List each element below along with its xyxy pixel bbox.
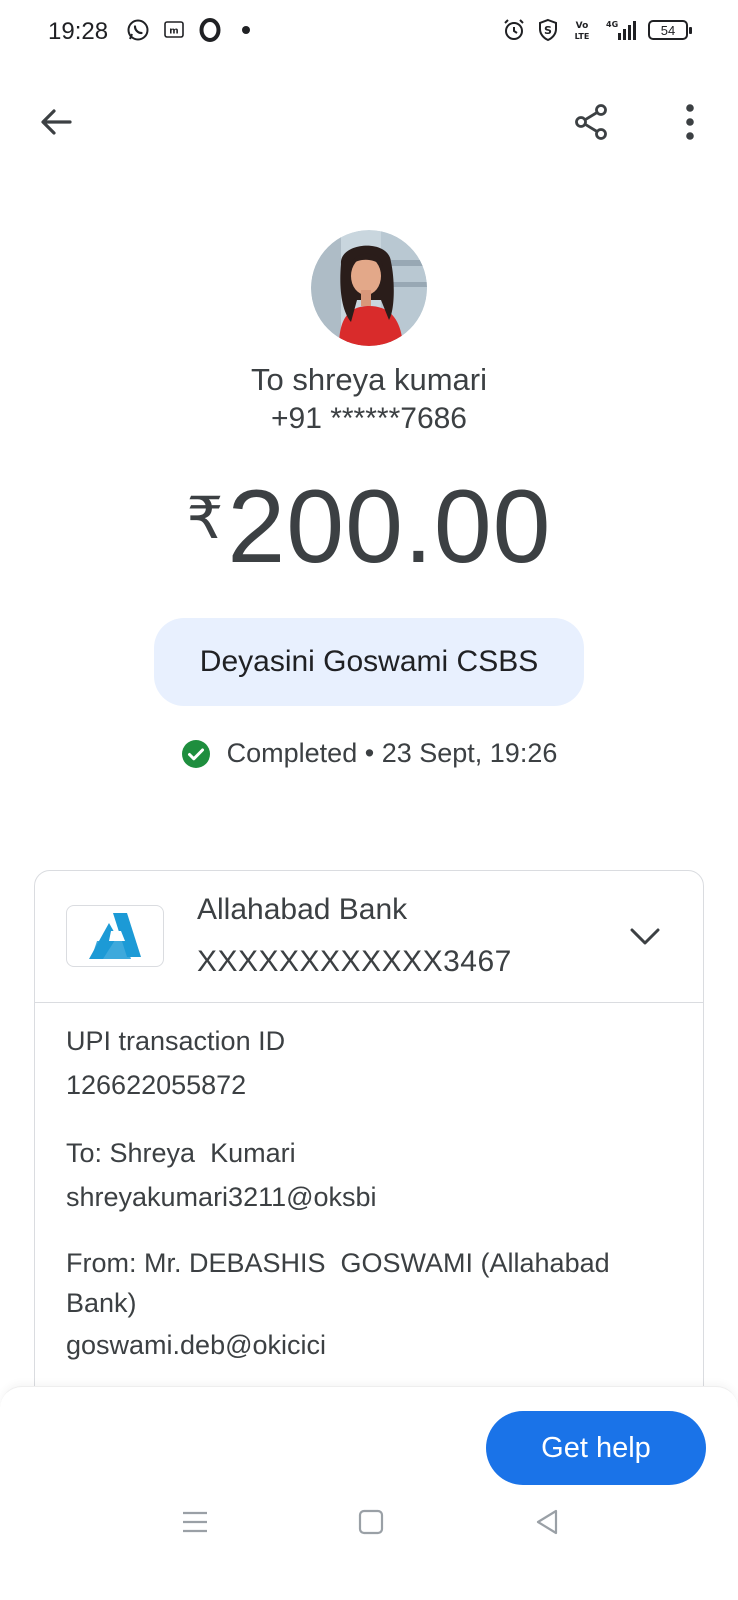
payment-status: Completed • 23 Sept, 19:26 <box>0 738 738 769</box>
get-help-button[interactable]: Get help <box>486 1411 706 1485</box>
menu-icon[interactable] <box>180 1507 210 1537</box>
to-label: To: Shreya Kumari <box>66 1138 296 1168</box>
bottom-action-bar: Get help <box>0 1386 738 1600</box>
more-vertical-icon[interactable] <box>670 100 710 144</box>
share-icon[interactable] <box>570 100 614 144</box>
to-upi-id: shreyakumari3211@oksbi <box>66 1182 377 1212</box>
bank-logo <box>66 905 164 967</box>
recipient-title: To shreya kumari <box>250 362 488 397</box>
svg-text:Vo: Vo <box>576 21 589 31</box>
payment-note-chip: Deyasini Goswami CSBS <box>154 618 584 706</box>
alarm-icon <box>502 18 526 42</box>
home-square-icon[interactable] <box>356 1507 386 1537</box>
status-right-icons: S Vo LTE 4G 54 <box>502 18 692 42</box>
status-time: 19:28 <box>48 18 109 45</box>
whatsapp-icon <box>126 18 150 42</box>
chevron-down-icon[interactable] <box>627 919 663 955</box>
dot-icon <box>242 26 250 34</box>
battery-level: 54 <box>660 22 676 38</box>
check-circle-icon <box>181 739 211 769</box>
opera-icon <box>198 18 222 42</box>
network-type: 4G <box>606 20 618 29</box>
bank-account-row[interactable]: Allahabad Bank XXXXXXXXXXXX3467 <box>35 871 703 1003</box>
from-upi-id: goswami.deb@okicici <box>66 1330 327 1360</box>
svg-text:m: m <box>169 27 178 37</box>
bank-account-number: XXXXXXXXXXXX3467 <box>197 945 512 978</box>
back-triangle-icon[interactable] <box>532 1507 562 1537</box>
from-details-block: From: Mr. DEBASHIS GOSWAMI (Allahabad Ba… <box>66 1243 666 1365</box>
svg-text:S: S <box>544 24 552 37</box>
transaction-details-card: Allahabad Bank XXXXXXXXXXXX3467 UPI tran… <box>34 870 704 1430</box>
amount-value: 200.00 <box>227 469 552 585</box>
volte-icon: Vo LTE <box>570 18 594 42</box>
to-details-block: To: Shreya Kumari shreyakumari3211@oksbi <box>66 1133 377 1217</box>
bank-name: Allahabad Bank <box>197 893 408 926</box>
currency-symbol: ₹ <box>186 486 224 551</box>
status-bar: 19:28 m S Vo LTE 4G 54 <box>0 0 738 66</box>
top-app-bar <box>0 90 738 154</box>
payment-amount: ₹ 200.00 <box>0 472 738 582</box>
status-text: Completed • 23 Sept, 19:26 <box>226 738 558 768</box>
recipient-avatar <box>311 230 427 346</box>
shield-icon: S <box>536 18 560 42</box>
txn-id-value: 126622055872 <box>66 1070 247 1100</box>
txn-id-label: UPI transaction ID <box>66 1026 286 1056</box>
upi-transaction-id-block: UPI transaction ID 126622055872 <box>66 1021 285 1105</box>
svg-text:LTE: LTE <box>575 32 590 41</box>
arrow-left-icon[interactable] <box>36 102 76 142</box>
status-left-icons: m <box>126 18 250 42</box>
message-icon: m <box>162 18 186 42</box>
battery-icon: 54 <box>648 20 692 40</box>
from-label: From: Mr. DEBASHIS GOSWAMI (Allahabad Ba… <box>66 1248 618 1318</box>
recipient-phone: +91 ******7686 <box>270 402 467 435</box>
signal-icon: 4G <box>604 18 638 42</box>
